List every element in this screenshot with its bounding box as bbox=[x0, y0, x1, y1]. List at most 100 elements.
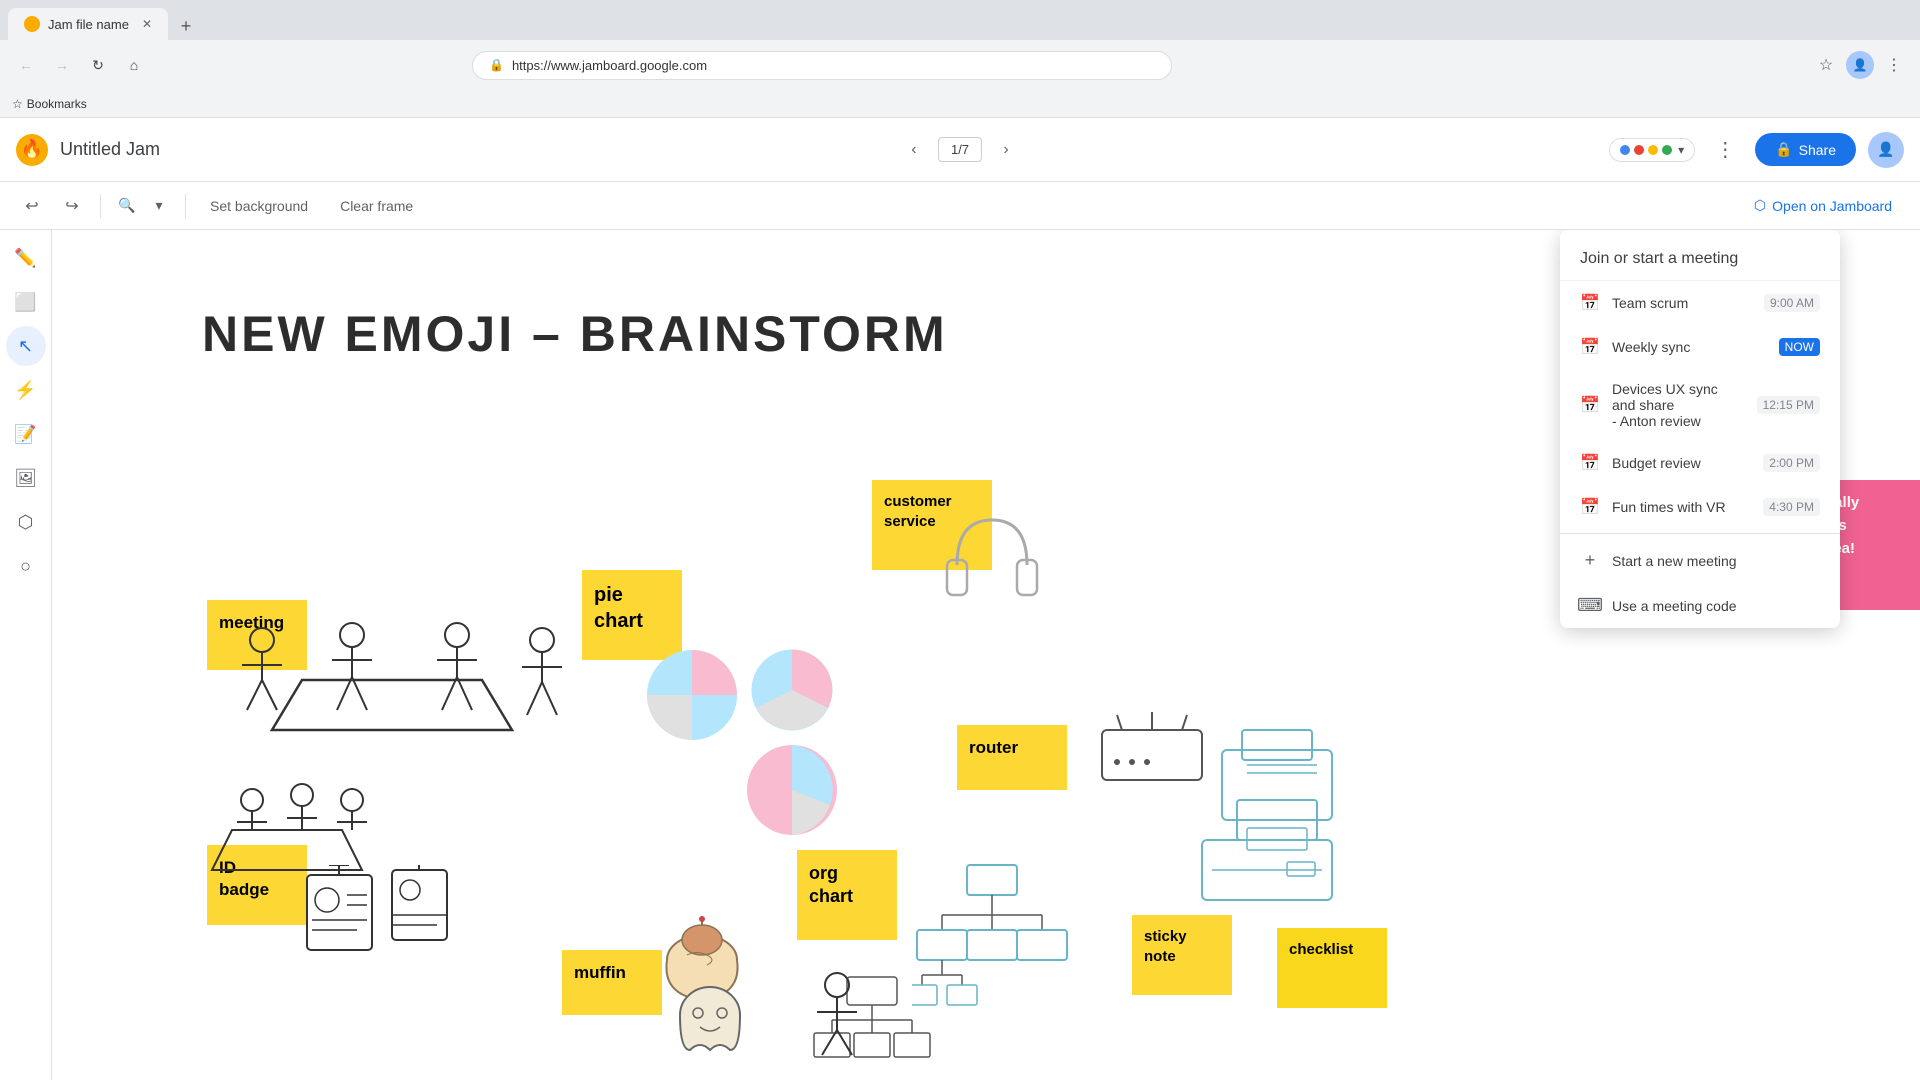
undo-button[interactable]: ↩ bbox=[16, 190, 48, 222]
tab-favicon bbox=[24, 16, 40, 32]
laser-tool-btn[interactable]: ⚡ bbox=[6, 370, 46, 410]
browser-user-avatar[interactable]: 👤 bbox=[1846, 51, 1874, 79]
tab-close-btn[interactable]: ✕ bbox=[142, 17, 152, 31]
meeting-time-now-badge: NOW bbox=[1779, 338, 1820, 356]
sticky-note-muffin[interactable]: muffin bbox=[562, 950, 662, 1015]
next-frame-btn[interactable]: › bbox=[990, 134, 1022, 166]
g-dot-red bbox=[1634, 145, 1644, 155]
clear-frame-button[interactable]: Clear frame bbox=[328, 192, 425, 220]
more-options-btn[interactable]: ⋮ bbox=[1707, 132, 1743, 168]
meeting-panel-header: Join or start a meeting bbox=[1560, 230, 1840, 281]
calendar-icon-3: 📅 bbox=[1580, 453, 1600, 473]
refresh-button[interactable]: ↻ bbox=[84, 51, 112, 79]
home-button[interactable]: ⌂ bbox=[120, 51, 148, 79]
meeting-info-4: Fun times with VR bbox=[1612, 499, 1751, 515]
browser-chrome: Jam file name ✕ + ← → ↻ ⌂ 🔒 https://www.… bbox=[0, 0, 1920, 90]
browser-nav-right: ☆ 👤 ⋮ bbox=[1812, 51, 1908, 79]
sticky-note-org-chart[interactable]: orgchart bbox=[797, 850, 897, 940]
open-on-jamboard-button[interactable]: ⬡ Open on Jamboard bbox=[1742, 191, 1904, 220]
sketch-id-cards bbox=[302, 865, 462, 965]
g-dot-yellow bbox=[1648, 145, 1658, 155]
use-meeting-code-btn[interactable]: ⌨ Use a meeting code bbox=[1560, 583, 1840, 628]
calendar-icon-4: 📅 bbox=[1580, 497, 1600, 517]
app-header: 🔥 Untitled Jam ‹ 1/7 › ▾ ⋮ 🔒 Share 👤 bbox=[0, 118, 1920, 182]
left-sidebar: ✏️ ⬜ ↖ ⚡ 📝 🖼 ⬡ ○ bbox=[0, 230, 52, 1080]
bookmarks-label[interactable]: Bookmarks bbox=[27, 97, 87, 111]
image-tool-btn[interactable]: 🖼 bbox=[6, 458, 46, 498]
frame-indicator[interactable]: 1/7 bbox=[938, 137, 982, 162]
browser-nav: ← → ↻ ⌂ 🔒 https://www.jamboard.google.co… bbox=[0, 40, 1920, 90]
bookmark-star-icon[interactable]: ☆ bbox=[1812, 51, 1840, 79]
user-avatar[interactable]: 👤 bbox=[1868, 132, 1904, 168]
tab-title: Jam file name bbox=[48, 17, 129, 32]
meeting-name-3: Budget review bbox=[1612, 455, 1751, 471]
sticky-note-tool-btn[interactable]: 📝 bbox=[6, 414, 46, 454]
meeting-item-4[interactable]: 📅 Fun times with VR 4:30 PM bbox=[1560, 485, 1840, 529]
sketch-headphones bbox=[942, 505, 1042, 625]
sketch-devices bbox=[1092, 710, 1342, 910]
active-tab[interactable]: Jam file name ✕ bbox=[8, 8, 168, 40]
sketch-ghost bbox=[670, 985, 750, 1055]
zoom-control: 🔍 ▾ bbox=[113, 192, 173, 220]
browser-menu-icon[interactable]: ⋮ bbox=[1880, 51, 1908, 79]
lock-icon: 🔒 bbox=[489, 58, 504, 72]
meeting-info-0: Team scrum bbox=[1612, 295, 1752, 311]
use-meeting-code-label: Use a meeting code bbox=[1612, 598, 1737, 614]
calendar-icon-1: 📅 bbox=[1580, 337, 1600, 357]
sketch-person bbox=[807, 970, 867, 1060]
select-tool-btn[interactable]: ↖ bbox=[6, 326, 46, 366]
back-button[interactable]: ← bbox=[12, 51, 40, 79]
share-button[interactable]: 🔒 Share bbox=[1755, 133, 1856, 166]
zoom-icon[interactable]: 🔍 bbox=[113, 192, 141, 220]
app-logo: 🔥 bbox=[16, 134, 48, 166]
circle-tool-btn[interactable]: ○ bbox=[6, 546, 46, 586]
bookmarks-icon: ☆ bbox=[12, 97, 23, 111]
start-new-meeting-label: Start a new meeting bbox=[1612, 553, 1737, 569]
forward-button[interactable]: → bbox=[48, 51, 76, 79]
shape-tool-btn[interactable]: ⬡ bbox=[6, 502, 46, 542]
meet-dropdown-icon: ▾ bbox=[1678, 143, 1684, 157]
g-dot-green bbox=[1662, 145, 1672, 155]
sketch-org-chart bbox=[912, 860, 1072, 1040]
toolbar-divider-2 bbox=[185, 194, 186, 218]
start-new-meeting-btn[interactable]: + Start a new meeting bbox=[1560, 538, 1840, 583]
meeting-info-1: Weekly sync bbox=[1612, 339, 1767, 355]
pen-tool-btn[interactable]: ✏️ bbox=[6, 238, 46, 278]
prev-frame-btn[interactable]: ‹ bbox=[898, 134, 930, 166]
meeting-name-2: Devices UX sync and share- Anton review bbox=[1612, 381, 1745, 429]
zoom-dropdown-icon[interactable]: ▾ bbox=[145, 192, 173, 220]
meeting-name-1: Weekly sync bbox=[1612, 339, 1767, 355]
meeting-item-0[interactable]: 📅 Team scrum 9:00 AM bbox=[1560, 281, 1840, 325]
meeting-time-0: 9:00 AM bbox=[1764, 294, 1820, 312]
app-title[interactable]: Untitled Jam bbox=[60, 139, 160, 160]
toolbar: ↩ ↪ 🔍 ▾ Set background Clear frame ⬡ Ope… bbox=[0, 182, 1920, 230]
pie-chart-1 bbox=[642, 645, 742, 745]
sticky-note-checklist[interactable]: checklist bbox=[1277, 928, 1387, 1008]
toolbar-divider-1 bbox=[100, 194, 101, 218]
new-tab-button[interactable]: + bbox=[172, 12, 200, 40]
meeting-time-3: 2:00 PM bbox=[1763, 454, 1820, 472]
meeting-name-4: Fun times with VR bbox=[1612, 499, 1751, 515]
main-content: ✏️ ⬜ ↖ ⚡ 📝 🖼 ⬡ ○ NEW EMOJI – BRAINSTORM … bbox=[0, 230, 1920, 1080]
sketch-meeting-scene bbox=[202, 580, 602, 780]
open-jamboard-label: Open on Jamboard bbox=[1772, 198, 1892, 214]
share-label: Share bbox=[1799, 142, 1836, 158]
sticky-note-router[interactable]: router bbox=[957, 725, 1067, 790]
sticky-note-sticky-note[interactable]: stickynote bbox=[1132, 915, 1232, 995]
redo-button[interactable]: ↪ bbox=[56, 190, 88, 222]
meeting-divider bbox=[1560, 533, 1840, 534]
meeting-item-2[interactable]: 📅 Devices UX sync and share- Anton revie… bbox=[1560, 369, 1840, 441]
address-bar[interactable]: 🔒 https://www.jamboard.google.com bbox=[472, 51, 1172, 80]
set-background-button[interactable]: Set background bbox=[198, 192, 320, 220]
meeting-item-1[interactable]: 📅 Weekly sync NOW bbox=[1560, 325, 1840, 369]
meeting-time-4: 4:30 PM bbox=[1763, 498, 1820, 516]
url-text: https://www.jamboard.google.com bbox=[512, 58, 707, 73]
eraser-tool-btn[interactable]: ⬜ bbox=[6, 282, 46, 322]
canvas-title: NEW EMOJI – BRAINSTORM bbox=[202, 305, 948, 363]
google-meet-btn[interactable]: ▾ bbox=[1609, 138, 1695, 162]
meeting-name-0: Team scrum bbox=[1612, 295, 1752, 311]
header-center: ‹ 1/7 › bbox=[898, 134, 1022, 166]
pie-chart-2 bbox=[747, 645, 837, 735]
meeting-item-3[interactable]: 📅 Budget review 2:00 PM bbox=[1560, 441, 1840, 485]
plus-icon: + bbox=[1580, 550, 1600, 571]
